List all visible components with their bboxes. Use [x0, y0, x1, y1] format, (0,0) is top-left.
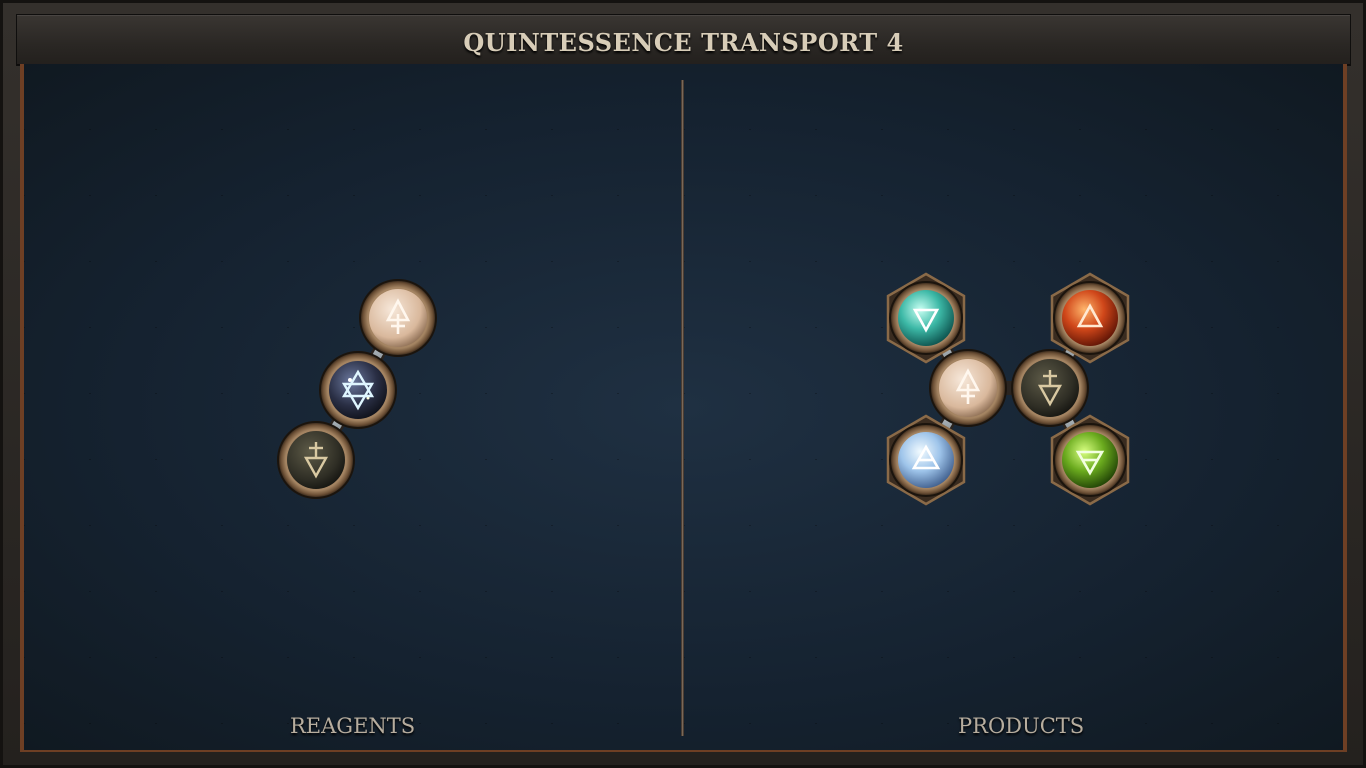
- mors-atom: [1011, 349, 1089, 427]
- products-label: PRODUCTS: [958, 714, 1085, 738]
- salt-atom: [359, 279, 437, 357]
- fire-atom: [1053, 281, 1127, 355]
- product-molecule[interactable]: [886, 272, 1130, 506]
- water-atom: [889, 281, 963, 355]
- air-atom: [889, 423, 963, 497]
- earth-atom: [1053, 423, 1127, 497]
- molecule-canvas: [277, 272, 1130, 506]
- reagent-molecule[interactable]: [277, 279, 437, 499]
- salt-atom: [929, 349, 1007, 427]
- reagents-label: REAGENTS: [290, 714, 416, 738]
- quintessence-atom: [319, 351, 397, 429]
- mors-atom: [277, 421, 355, 499]
